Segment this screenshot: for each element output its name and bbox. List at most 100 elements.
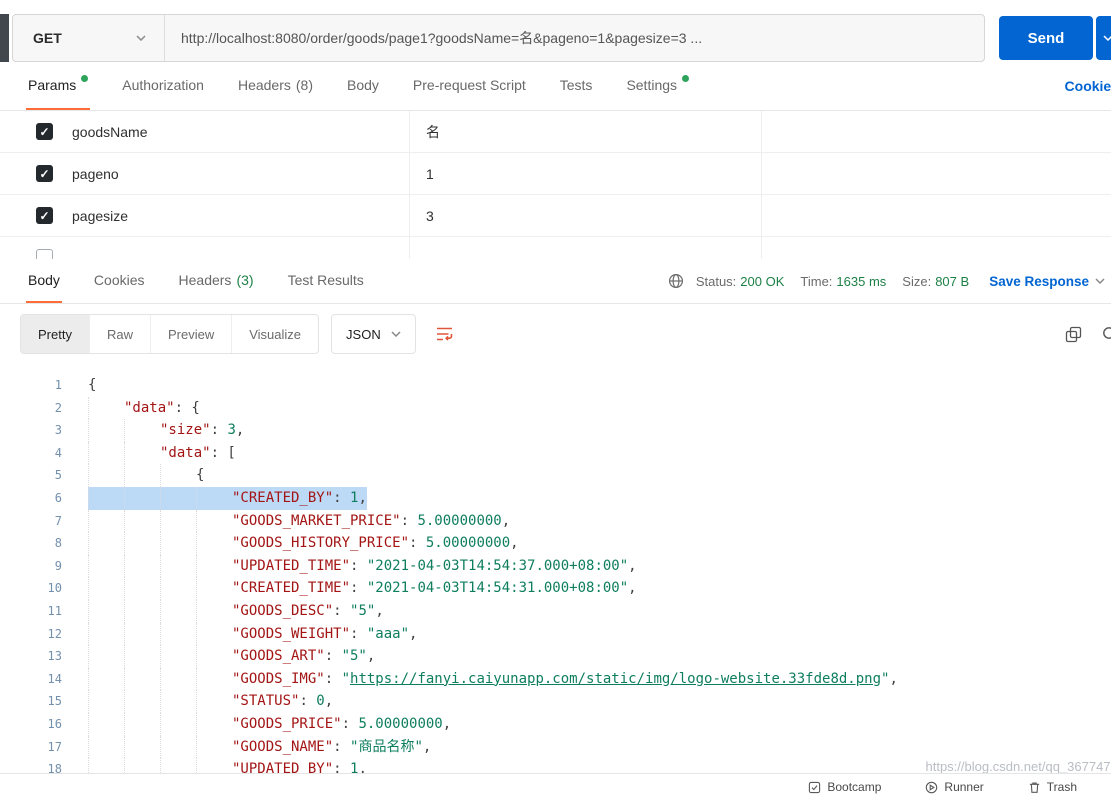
json-punct: { <box>88 377 96 393</box>
json-punct: , <box>325 693 333 709</box>
footer-bootcamp[interactable]: Bootcamp <box>808 780 881 794</box>
json-punct: : <box>333 490 350 506</box>
param-value-cell[interactable]: 1 <box>410 153 762 194</box>
param-row <box>0 237 1111 259</box>
view-tab-preview[interactable]: Preview <box>150 315 231 353</box>
param-key-cell[interactable]: goodsName <box>56 111 410 152</box>
tab-authorization[interactable]: Authorization <box>120 62 206 110</box>
response-tab-headers[interactable]: Headers(3) <box>177 259 256 303</box>
json-punct: , <box>889 671 897 687</box>
language-select[interactable]: JSON <box>331 314 416 354</box>
response-view-bar: PrettyRawPreviewVisualize JSON <box>0 304 1111 364</box>
indent-guide <box>124 668 160 691</box>
code-line-content: "GOODS_ART": "5", <box>88 645 375 668</box>
line-number: 7 <box>0 510 62 533</box>
view-tab-pretty[interactable]: Pretty <box>21 315 89 353</box>
send-options-button[interactable] <box>1096 16 1111 60</box>
json-key: "UPDATED_TIME" <box>232 558 350 574</box>
indent-guide <box>196 713 232 736</box>
search-icon[interactable] <box>1102 326 1111 343</box>
method-select[interactable]: GET <box>13 15 165 61</box>
param-description-cell[interactable] <box>762 237 1111 259</box>
code-line-content: "CREATED_TIME": "2021-04-03T14:54:31.000… <box>88 577 637 600</box>
json-key: "data" <box>124 400 175 416</box>
wrap-lines-icon[interactable] <box>434 324 456 344</box>
param-key-text: pagesize <box>72 208 128 224</box>
indent-guide <box>160 623 196 646</box>
param-row: ✓ pagesize 3 <box>0 195 1111 237</box>
code-line: 1{ <box>0 374 1111 397</box>
url-input[interactable]: http://localhost:8080/order/goods/page1?… <box>165 15 984 61</box>
method-label: GET <box>33 30 62 46</box>
tab-label: Pre-request Script <box>413 77 526 93</box>
param-value-cell[interactable]: 3 <box>410 195 762 236</box>
json-punct: : <box>350 626 367 642</box>
json-value: "2021-04-03T14:54:31.000+08:00" <box>367 580 628 596</box>
param-checkbox[interactable] <box>36 249 53 259</box>
indent-guide <box>160 577 196 600</box>
json-punct: : <box>401 513 418 529</box>
json-punct: : <box>350 558 367 574</box>
request-tabs: Params Authorization Headers(8) Body Pre-req… <box>26 62 691 110</box>
chevron-down-icon <box>391 331 401 337</box>
response-tab-body[interactable]: Body <box>26 259 62 303</box>
response-tab-test-results[interactable]: Test Results <box>286 259 366 303</box>
copy-icon[interactable] <box>1065 326 1082 343</box>
param-key-cell[interactable]: pagesize <box>56 195 410 236</box>
json-link[interactable]: https://fanyi.caiyunapp.com/static/img/l… <box>350 671 881 687</box>
footer-runner[interactable]: Runner <box>925 780 983 794</box>
language-select-value: JSON <box>346 327 381 342</box>
indent-guide <box>196 600 232 623</box>
param-description-cell[interactable] <box>762 195 1111 236</box>
cookies-link[interactable]: Cookies <box>1065 62 1111 110</box>
tab-settings[interactable]: Settings <box>624 62 691 110</box>
param-checkbox[interactable]: ✓ <box>36 165 53 182</box>
view-tab-visualize[interactable]: Visualize <box>231 315 318 353</box>
code-line: 3"size": 3, <box>0 419 1111 442</box>
save-response-button[interactable]: Save Response <box>989 274 1105 289</box>
view-tab-raw[interactable]: Raw <box>89 315 150 353</box>
params-table: ✓goodsName名✓pageno1✓pagesize3 <box>0 111 1111 259</box>
json-punct: { <box>196 467 204 483</box>
indent-guide <box>124 577 160 600</box>
json-value: 5.00000000 <box>417 513 501 529</box>
tab-count: (3) <box>236 272 253 288</box>
param-description-cell[interactable] <box>762 111 1111 152</box>
tab-tests[interactable]: Tests <box>558 62 595 110</box>
tab-label: Cookies <box>94 272 145 288</box>
param-value-cell[interactable] <box>410 237 762 259</box>
tab-headers[interactable]: Headers(8) <box>236 62 315 110</box>
json-key: "GOODS_IMG" <box>232 671 325 687</box>
json-punct: : <box>342 716 359 732</box>
param-key-cell[interactable] <box>56 237 410 259</box>
json-punct: : <box>350 580 367 596</box>
send-button[interactable]: Send <box>999 16 1093 60</box>
param-key-cell[interactable]: pageno <box>56 153 410 194</box>
param-description-cell[interactable] <box>762 153 1111 194</box>
param-checkbox-cell: ✓ <box>0 153 56 194</box>
line-number: 10 <box>0 577 62 600</box>
postman-app: GET http://localhost:8080/order/goods/pa… <box>0 0 1111 789</box>
tab-params[interactable]: Params <box>26 62 90 110</box>
param-checkbox[interactable]: ✓ <box>36 123 53 140</box>
status-label: Status: <box>696 274 736 289</box>
footer-trash[interactable]: Trash <box>1028 780 1077 794</box>
param-value-cell[interactable]: 名 <box>410 111 762 152</box>
indent-guide <box>160 555 196 578</box>
network-globe-icon[interactable] <box>668 273 684 289</box>
json-punct: : <box>409 535 426 551</box>
code-line-content: { <box>88 464 204 487</box>
tab-body[interactable]: Body <box>345 62 381 110</box>
tab-pre-request-script[interactable]: Pre-request Script <box>411 62 528 110</box>
json-punct: : <box>211 422 228 438</box>
indent-guide <box>196 487 232 510</box>
param-checkbox[interactable]: ✓ <box>36 207 53 224</box>
response-tab-cookies[interactable]: Cookies <box>92 259 147 303</box>
json-key: "GOODS_MARKET_PRICE" <box>232 513 401 529</box>
response-action-icons <box>1065 326 1111 343</box>
code-line: 10 "CREATED_TIME": "2021-04-03T14:54:31.0… <box>0 577 1111 600</box>
response-body-editor[interactable]: 1{2"data": {3"size": 3,4"data": [5{6"CRE… <box>0 364 1111 789</box>
line-number: 1 <box>0 374 62 397</box>
footer-label: Bootcamp <box>827 780 881 794</box>
indent-guide <box>160 668 196 691</box>
